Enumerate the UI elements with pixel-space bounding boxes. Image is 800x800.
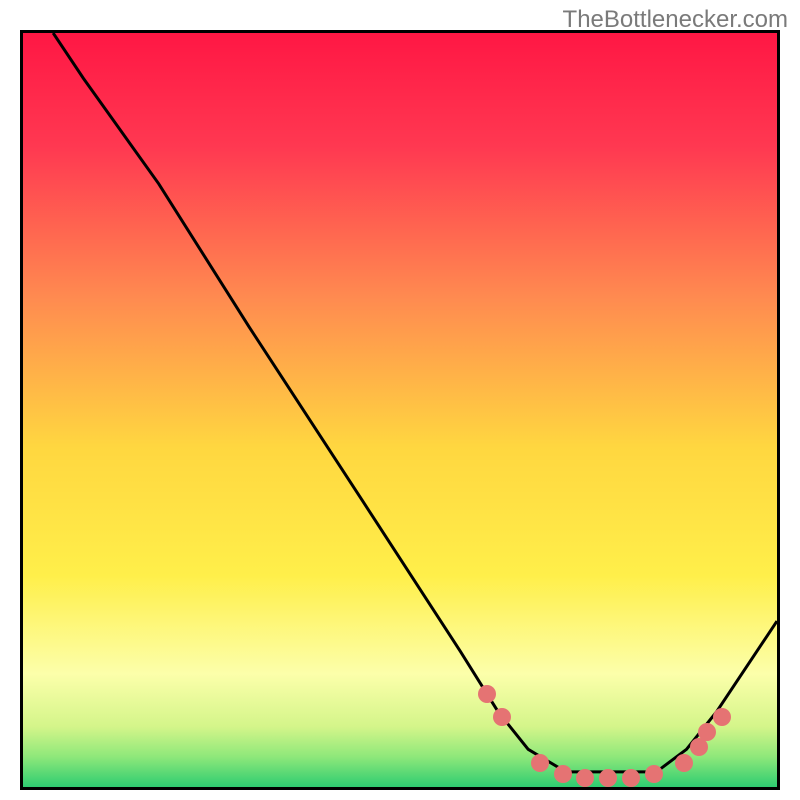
data-marker: [531, 754, 549, 772]
data-marker: [645, 765, 663, 783]
data-marker: [554, 765, 572, 783]
bottleneck-curve: [23, 33, 777, 787]
data-marker: [622, 769, 640, 787]
chart-plot-area: [20, 30, 780, 790]
data-marker: [599, 769, 617, 787]
data-marker: [493, 708, 511, 726]
data-marker: [698, 723, 716, 741]
attribution-watermark: TheBottlenecker.com: [563, 6, 788, 34]
data-marker: [675, 754, 693, 772]
data-marker: [478, 685, 496, 703]
data-marker: [713, 708, 731, 726]
data-marker: [576, 769, 594, 787]
